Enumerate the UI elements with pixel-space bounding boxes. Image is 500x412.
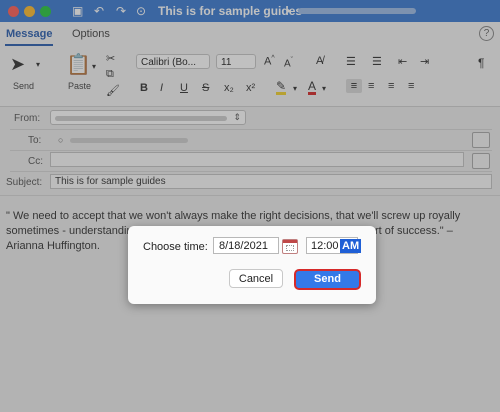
date-input[interactable]: 8/18/2021 — [213, 237, 279, 254]
time-value[interactable]: 12:00 — [311, 240, 339, 252]
ampm-toggle[interactable]: AM — [340, 239, 362, 253]
choose-time-label: Choose time: — [143, 241, 208, 253]
cancel-button[interactable]: Cancel — [229, 269, 283, 288]
schedule-send-dialog: Choose time: 8/18/2021 12:00 AM Cancel S… — [128, 226, 376, 304]
time-input[interactable]: 12:00 AM — [306, 237, 362, 254]
send-button[interactable]: Send — [294, 269, 361, 290]
modal-overlay — [0, 0, 500, 412]
calendar-icon[interactable] — [282, 239, 298, 254]
